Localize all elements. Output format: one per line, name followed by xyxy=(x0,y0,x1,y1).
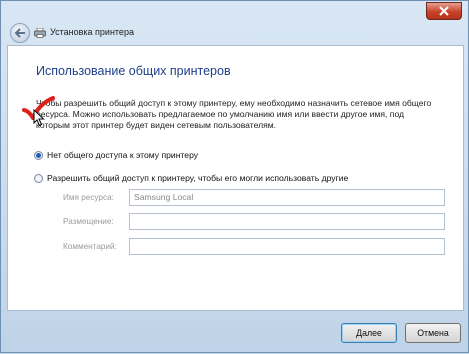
cancel-button[interactable]: Отмена xyxy=(405,323,461,343)
window-title: Установка принтера xyxy=(50,27,134,37)
wizard-footer: Далее Отмена xyxy=(1,311,469,354)
location-field[interactable] xyxy=(129,213,445,230)
next-button[interactable]: Далее xyxy=(341,323,397,343)
page-description: Чтобы разрешить общий доступ к этому при… xyxy=(36,98,432,130)
radio-share[interactable]: Разрешить общий доступ к принтеру, чтобы… xyxy=(34,173,348,183)
mouse-cursor-icon xyxy=(33,109,45,127)
comment-label: Комментарий: xyxy=(63,242,117,251)
close-icon xyxy=(439,6,449,16)
location-label: Размещение: xyxy=(63,217,114,226)
page-heading: Использование общих принтеров xyxy=(36,64,231,78)
radio-label-no-sharing: Нет общего доступа к этому принтеру xyxy=(47,150,199,160)
comment-field[interactable] xyxy=(129,238,445,255)
wizard-window: Установка принтера Использование общих п… xyxy=(0,0,469,353)
back-button[interactable] xyxy=(10,23,30,43)
back-arrow-icon xyxy=(14,28,25,38)
radio-label-share: Разрешить общий доступ к принтеру, чтобы… xyxy=(47,173,349,183)
radio-button[interactable] xyxy=(34,150,43,160)
close-button[interactable] xyxy=(426,2,462,20)
share-name-label: Имя ресурса: xyxy=(63,193,114,202)
radio-button[interactable] xyxy=(34,173,43,183)
wizard-content-panel: Использование общих принтеров Чтобы разр… xyxy=(7,45,464,311)
share-name-field[interactable]: Samsung Local xyxy=(129,189,445,206)
radio-no-sharing[interactable]: Нет общего доступа к этому принтеру xyxy=(34,150,198,160)
printer-icon xyxy=(34,28,46,38)
